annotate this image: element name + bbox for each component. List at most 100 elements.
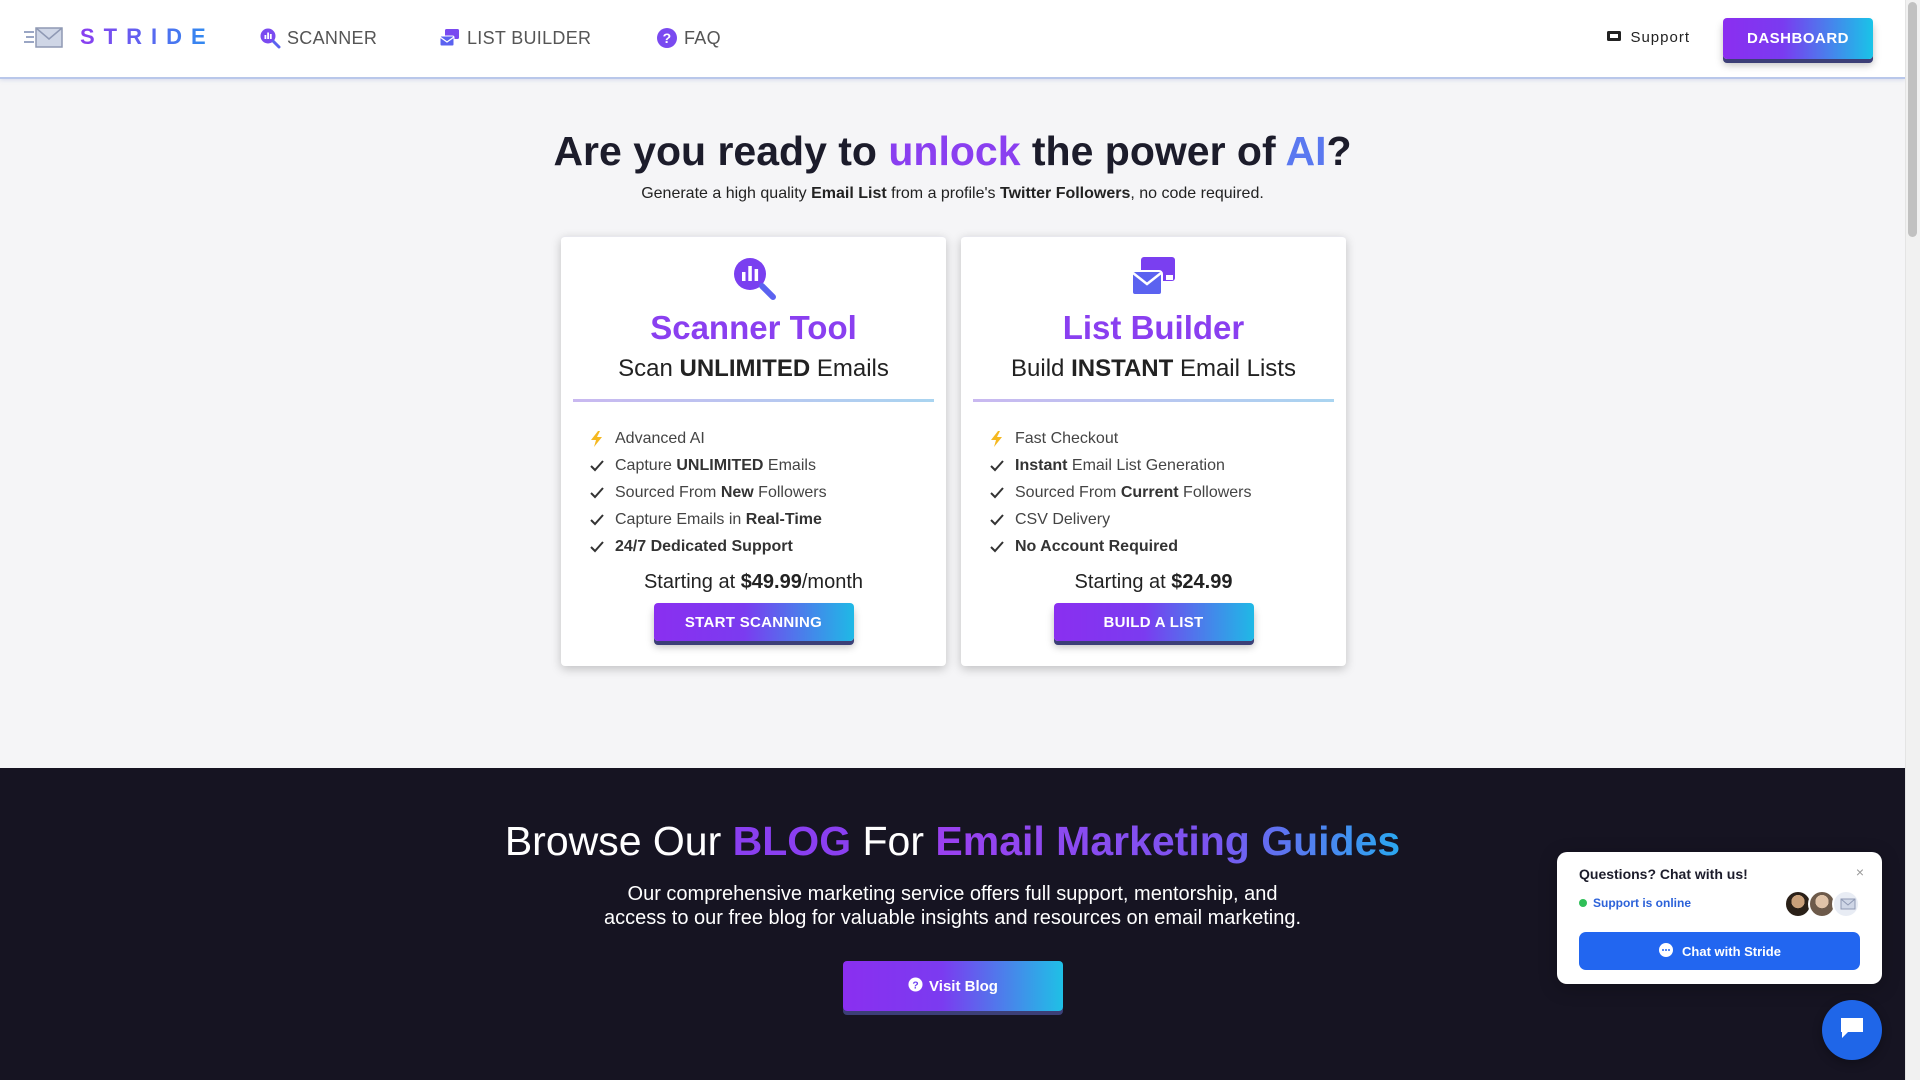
feature-text: Sourced From Current Followers [1015,483,1252,501]
feature-item: Capture Emails in Real-Time [589,506,827,533]
flying-envelope-icon [24,25,64,49]
feature-item: 24/7 Dedicated Support [589,533,827,560]
card-subtitle-bold: UNLIMITED [679,355,811,382]
feature-text: Sourced From New Followers [615,483,827,501]
nav-faq-label: FAQ [684,27,721,48]
price-prefix: Starting at [643,571,741,593]
feature-text: Advanced AI [615,429,705,447]
check-icon [989,485,1005,501]
online-dot-icon [1579,899,1587,907]
price-prefix: Starting at [1074,571,1172,593]
chat-bubble-icon [1838,1014,1866,1047]
chat-question: Questions? Chat with us! [1579,866,1748,882]
hero-title-text: Are you ready to [553,128,889,174]
card-subtitle-text: Email Lists [1173,355,1296,382]
price-suffix: /month [801,571,864,593]
build-a-list-button[interactable]: BUILD A LIST [1053,603,1254,641]
brand-name: STRIDE [80,24,215,49]
card-subtitle-text: Emails [810,355,889,382]
chat-button-label: Chat with Stride [1682,943,1781,959]
scrollbar-thumb[interactable] [1908,2,1917,237]
check-icon [589,512,605,528]
feature-text: CSV Delivery [1015,510,1111,528]
feature-item: Instant Email List Generation [989,452,1252,479]
support-label: Support [1630,29,1690,46]
check-icon [589,485,605,501]
price-line: Starting at $24.99 [961,571,1346,594]
price-line: Starting at $49.99/month [561,571,946,594]
feature-text: 24/7 Dedicated Support [615,537,793,555]
card-divider [973,399,1334,402]
dashboard-button[interactable]: DASHBOARD [1723,18,1873,59]
hero-sub-text: Generate a high quality [641,185,812,202]
flying-envelope-icon [1832,890,1860,918]
card-divider [573,399,934,402]
nav-list-builder[interactable]: LIST BUILDER [439,27,591,49]
feature-text: Fast Checkout [1015,429,1119,447]
check-icon [989,539,1005,555]
hero-sub-text: from a profile's [886,185,1000,202]
blog-title-text: For [851,818,936,864]
chat-popup: Questions? Chat with us! × Support is on… [1557,852,1882,984]
start-scanning-button[interactable]: START SCANNING [653,603,854,641]
card-title: List Builder [1062,309,1245,346]
feature-list: Advanced AI Capture UNLIMITED Emails Sou… [589,425,827,560]
page-scrollbar[interactable] [1905,0,1920,1080]
support-status: Support is online [1579,896,1691,910]
blog-title-highlight: BLOG [732,818,852,864]
blog-title-text: Browse Our [504,818,733,864]
chat-launcher-button[interactable] [1822,1000,1882,1060]
feature-text: Capture Emails in Real-Time [615,510,822,528]
scanner-tool-card: Scanner Tool Scan UNLIMITED Emails Advan… [561,236,946,666]
svg-text:?: ? [912,980,918,991]
feature-item: No Account Required [989,533,1252,560]
question-circle-icon: ? [656,27,678,49]
hero-subtitle: Generate a high quality Email List from … [0,185,1905,203]
feature-item: CSV Delivery [989,506,1252,533]
feature-text: Instant Email List Generation [1015,456,1225,474]
feature-list: Fast Checkout Instant Email List Generat… [989,425,1252,560]
close-icon[interactable]: × [1856,864,1864,880]
brand-logo[interactable]: STRIDE [24,24,215,50]
nav-list-builder-label: LIST BUILDER [467,27,592,48]
check-icon [589,458,605,474]
check-icon [989,458,1005,474]
chat-with-stride-button[interactable]: Chat with Stride [1579,932,1860,970]
hero-title: Are you ready to unlock the power of AI? [0,128,1905,175]
hero-title-highlight-unlock: unlock [888,128,1021,174]
hero-sub-bold: Twitter Followers [999,185,1131,202]
chat-bubble-icon [1658,942,1674,961]
price-value: $24.99 [1171,571,1233,593]
price-value: $49.99 [740,571,802,593]
list-builder-card: List Builder Build INSTANT Email Lists F… [961,236,1346,666]
feature-text: No Account Required [1015,537,1178,555]
feature-item: Sourced From New Followers [589,479,827,506]
hero-sub-text: , no code required. [1130,185,1264,202]
card-subtitle-text: Build [1011,355,1072,382]
question-circle-icon: ? [908,976,923,996]
list-builder-envelope-icon [439,27,461,49]
feature-item: Sourced From Current Followers [989,479,1252,506]
card-subtitle: Build INSTANT Email Lists [961,355,1346,383]
support-status-label: Support is online [1593,896,1691,910]
feature-item: Fast Checkout [989,425,1252,452]
svg-text:?: ? [663,30,672,46]
hero-title-text: ? [1326,128,1352,174]
hero-sub-bold: Email List [811,185,887,202]
card-subtitle-text: Scan [618,355,680,382]
lightning-icon [589,430,605,447]
visit-blog-label: Visit Blog [929,977,998,995]
agent-avatars [1784,890,1860,918]
list-builder-envelope-icon [1130,255,1177,301]
ticket-icon [1606,29,1622,46]
nav-faq[interactable]: ? FAQ [656,27,721,49]
support-link[interactable]: Support [1606,29,1690,46]
feature-text: Capture UNLIMITED Emails [615,456,816,474]
visit-blog-button[interactable]: ? Visit Blog [843,961,1063,1011]
nav-scanner[interactable]: SCANNER [259,27,377,49]
nav-scanner-label: SCANNER [287,27,378,48]
top-navbar: STRIDE SCANNER LIST BUILDER ? FAQ Suppor… [0,0,1905,79]
hero-title-highlight-ai: AI [1285,128,1327,174]
feature-item: Capture UNLIMITED Emails [589,452,827,479]
card-subtitle: Scan UNLIMITED Emails [561,355,946,383]
